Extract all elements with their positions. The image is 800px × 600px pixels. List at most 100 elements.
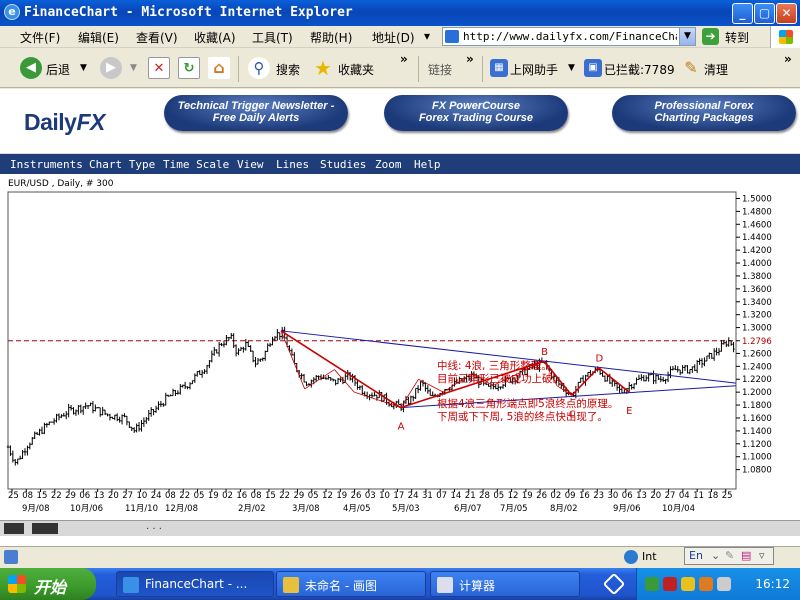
app-menu-view[interactable]: View	[237, 158, 264, 171]
y-tick-label: 1.3800	[742, 272, 772, 282]
search-icon[interactable]: ⚲	[248, 57, 270, 79]
ie-icon: e	[4, 4, 20, 20]
task-calculator[interactable]: 计算器	[430, 571, 580, 597]
y-tick-label: 1.3000	[742, 324, 772, 334]
y-tick-label: 1.4600	[742, 220, 772, 230]
powercourse-button[interactable]: FX PowerCourse Forex Trading Course	[384, 95, 568, 131]
go-label: 转到	[725, 31, 750, 45]
start-label: 开始	[34, 578, 67, 597]
favorites-label[interactable]: 收藏夹	[338, 61, 374, 78]
start-button[interactable]: 开始	[0, 568, 96, 600]
y-tick-label: 1.3200	[742, 311, 772, 321]
search-label[interactable]: 搜索	[276, 61, 300, 78]
x-day-label: 08	[165, 491, 176, 501]
menu-help[interactable]: 帮助(H)	[310, 29, 352, 46]
clean-label[interactable]: 清理	[704, 61, 728, 78]
ime-tool-icon[interactable]: ▤	[741, 549, 751, 562]
close-button[interactable]: ✕	[776, 3, 797, 24]
x-month-label: 3月/08	[292, 504, 320, 514]
chart-crosshair-icon[interactable]	[32, 523, 58, 534]
messenger-icon[interactable]	[681, 577, 695, 591]
toolbar-overflow-icon[interactable]: »	[784, 52, 792, 66]
x-day-label: 19	[522, 491, 533, 501]
back-dropdown-icon[interactable]: ▼	[80, 63, 87, 73]
app-menu-instruments[interactable]: Instruments	[10, 158, 83, 171]
logo-fx: FX	[76, 109, 105, 135]
x-day-label: 26	[351, 491, 362, 501]
x-day-label: 23	[593, 491, 604, 501]
assistant-label[interactable]: 上网助手	[510, 61, 558, 78]
task-financechart[interactable]: FinanceChart - ...	[116, 571, 274, 597]
wave-label-a: A	[398, 422, 405, 433]
app-menu-time-scale[interactable]: Time Scale	[163, 158, 229, 171]
assistant-dropdown-icon[interactable]: ▼	[568, 63, 575, 73]
volume-icon[interactable]	[717, 577, 731, 591]
quick-launch-icon[interactable]	[602, 572, 626, 596]
app-menu-chart-type[interactable]: Chart Type	[89, 158, 155, 171]
blocked-count-label[interactable]: 已拦截:7789	[604, 61, 675, 78]
back-label[interactable]: 后退	[46, 61, 70, 78]
x-day-label: 12	[322, 491, 333, 501]
chart-area[interactable]: EUR/USD , Daily, # 300 1.5000 1.4800 1.4600…	[0, 174, 800, 520]
address-input[interactable]: http://www.dailyfx.com/FinanceChart. ▼	[442, 27, 696, 46]
system-tray: 16:12	[636, 568, 800, 600]
menu-favorites[interactable]: 收藏(A)	[194, 29, 236, 46]
app-menu-studies[interactable]: Studies	[320, 158, 366, 171]
broom-icon[interactable]: ✎	[680, 57, 702, 79]
menu-file[interactable]: 文件(F)	[20, 29, 60, 46]
toolbar-more-icon[interactable]: »	[400, 52, 408, 66]
menu-view[interactable]: 查看(V)	[136, 29, 178, 46]
x-day-label: 13	[636, 491, 647, 501]
security-icon[interactable]	[699, 577, 713, 591]
forward-icon[interactable]: ▶	[100, 57, 122, 79]
wave-label-b: B	[541, 347, 548, 358]
price-chart[interactable]: EUR/USD , Daily, # 300 1.5000 1.4800 1.4600…	[0, 174, 800, 520]
app-menu-help[interactable]: Help	[414, 158, 441, 171]
menu-tools[interactable]: 工具(T)	[252, 29, 293, 46]
language-bar-options-icon[interactable]: ▿	[759, 549, 765, 562]
address-history-icon[interactable]: ▼	[679, 28, 695, 45]
stop-icon[interactable]: ✕	[148, 57, 170, 79]
favorites-star-icon[interactable]: ★	[312, 57, 334, 79]
language-dropdown-icon[interactable]: ⌄	[711, 549, 720, 562]
app-menu-lines[interactable]: Lines	[276, 158, 309, 171]
links-more-icon[interactable]: »	[466, 52, 474, 66]
links-label[interactable]: 链接	[428, 61, 452, 78]
clock[interactable]: 16:12	[755, 577, 790, 591]
address-dropdown-icon[interactable]: ▾	[424, 29, 430, 43]
chart-tool-icon[interactable]	[4, 523, 24, 534]
home-icon[interactable]: ⌂	[208, 57, 230, 79]
assistant-icon[interactable]: ▦	[490, 59, 508, 77]
x-day-label: 09	[565, 491, 576, 501]
x-day-label: 29	[293, 491, 304, 501]
x-day-label: 24	[408, 491, 419, 501]
go-button[interactable]: ➔ 转到	[700, 27, 760, 46]
ie-icon	[123, 577, 139, 593]
ime-pen-icon[interactable]: ✎	[725, 549, 734, 562]
network-icon[interactable]	[645, 577, 659, 591]
app-menu-zoom[interactable]: Zoom	[375, 158, 402, 171]
refresh-icon[interactable]: ↻	[178, 57, 200, 79]
forward-dropdown-icon[interactable]: ▼	[130, 63, 137, 73]
x-day-label: 06	[79, 491, 90, 501]
menu-edit[interactable]: 编辑(E)	[78, 29, 119, 46]
antivirus-icon[interactable]	[663, 577, 677, 591]
minimize-button[interactable]: _	[732, 3, 753, 24]
charting-line2: Charting Packages	[654, 112, 754, 124]
x-day-label: 07	[436, 491, 447, 501]
maximize-button[interactable]: ▢	[754, 3, 775, 24]
chart-app-menu: Instruments Chart Type Time Scale View L…	[0, 154, 800, 174]
x-day-label: 13	[94, 491, 105, 501]
chart-title: EUR/USD , Daily, # 300	[8, 179, 114, 189]
dailyfx-logo[interactable]: DailyFX	[24, 109, 105, 136]
back-icon[interactable]: ◀	[20, 57, 42, 79]
language-bar[interactable]: En ⌄ ✎ ▤ ▿	[684, 547, 774, 565]
popup-blocker-icon[interactable]: ▣	[584, 59, 602, 77]
windows-flag-icon	[8, 575, 26, 593]
powercourse-line1: FX PowerCourse	[431, 100, 521, 112]
newsletter-button[interactable]: Technical Trigger Newsletter - Free Dail…	[164, 95, 348, 131]
task-paint[interactable]: 未命名 - 画图	[276, 571, 426, 597]
language-label[interactable]: En	[689, 549, 703, 562]
title-bar[interactable]: e FinanceChart - Microsoft Internet Expl…	[0, 0, 800, 26]
charting-packages-button[interactable]: Professional Forex Charting Packages	[612, 95, 796, 131]
